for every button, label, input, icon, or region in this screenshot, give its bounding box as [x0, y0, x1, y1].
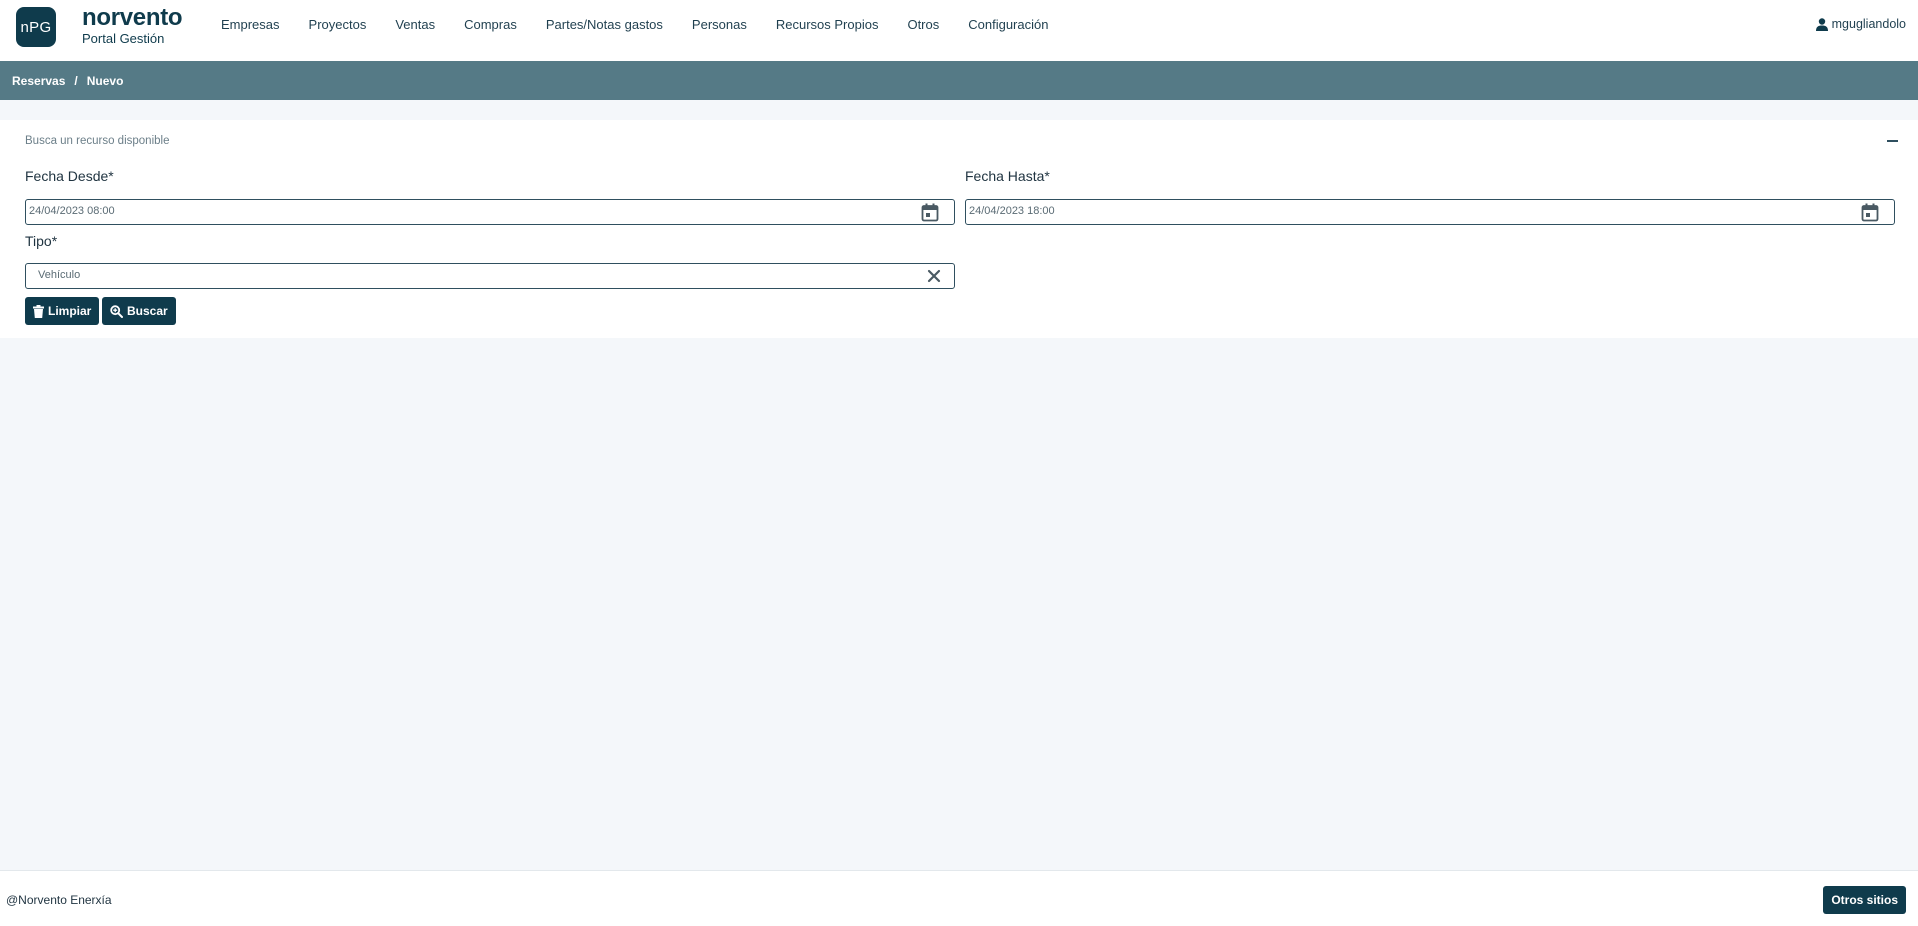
- brand-subtitle: Portal Gestión: [82, 31, 165, 46]
- nav-item-compras[interactable]: Compras: [464, 17, 517, 32]
- tipo-select[interactable]: Vehículo: [25, 263, 955, 289]
- fecha-hasta-field[interactable]: 24/04/2023 18:00: [965, 199, 1895, 225]
- other-sites-button[interactable]: Otros sitios: [1823, 886, 1906, 914]
- breadcrumb-separator: /: [74, 73, 78, 88]
- fecha-desde-label: Fecha Desde*: [25, 168, 114, 184]
- fecha-hasta-value: 24/04/2023 18:00: [969, 205, 1055, 217]
- panel-title: Busca un recurso disponible: [25, 135, 170, 147]
- calendar-icon[interactable]: [1861, 203, 1879, 222]
- tipo-label: Tipo*: [25, 233, 58, 249]
- collapse-panel-button[interactable]: [1886, 134, 1900, 148]
- fecha-hasta-label: Fecha Hasta*: [965, 168, 1050, 184]
- trash-icon: [33, 304, 44, 318]
- user-icon: [1815, 17, 1828, 31]
- copyright-text: @Norvento Enerxía: [6, 893, 112, 907]
- footer: @Norvento Enerxía Otros sitios: [0, 870, 1918, 926]
- user-menu[interactable]: mgugliandolo: [1815, 17, 1906, 31]
- calendar-icon[interactable]: [921, 203, 939, 222]
- fecha-desde-value: 24/04/2023 08:00: [29, 205, 115, 217]
- tipo-value: Vehículo: [38, 269, 81, 281]
- clear-button-label: Limpiar: [48, 304, 92, 318]
- clear-button[interactable]: Limpiar: [25, 297, 100, 325]
- breadcrumb: Reservas / Nuevo: [0, 61, 1918, 100]
- app-logo[interactable]: nPG: [16, 7, 56, 47]
- brand-name: norvento: [82, 4, 183, 31]
- nav-item-proyectos[interactable]: Proyectos: [309, 17, 367, 32]
- search-plus-icon: [110, 304, 123, 318]
- breadcrumb-item-reservas[interactable]: Reservas: [12, 74, 65, 88]
- nav-item-otros[interactable]: Otros: [907, 17, 939, 32]
- nav-item-configuracion[interactable]: Configuración: [968, 17, 1048, 32]
- main-nav: Empresas Proyectos Ventas Compras Partes…: [221, 17, 1077, 32]
- nav-item-partes-notas-gastos[interactable]: Partes/Notas gastos: [546, 17, 663, 32]
- search-button-label: Buscar: [127, 304, 168, 318]
- top-navbar: nPG norvento Portal Gestión Empresas Pro…: [0, 0, 1918, 61]
- breadcrumb-item-nuevo: Nuevo: [86, 73, 124, 88]
- search-button[interactable]: Buscar: [102, 297, 176, 325]
- nav-item-recursos-propios[interactable]: Recursos Propios: [776, 17, 879, 32]
- search-panel: Busca un recurso disponible Fecha Desde*…: [0, 120, 1918, 338]
- brand[interactable]: norvento Portal Gestión: [82, 4, 183, 47]
- user-name: mgugliandolo: [1831, 17, 1906, 31]
- nav-item-empresas[interactable]: Empresas: [221, 17, 280, 32]
- fecha-desde-field[interactable]: 24/04/2023 08:00: [25, 199, 955, 225]
- nav-item-personas[interactable]: Personas: [692, 17, 747, 32]
- close-icon[interactable]: [927, 269, 941, 283]
- nav-item-ventas[interactable]: Ventas: [395, 17, 435, 32]
